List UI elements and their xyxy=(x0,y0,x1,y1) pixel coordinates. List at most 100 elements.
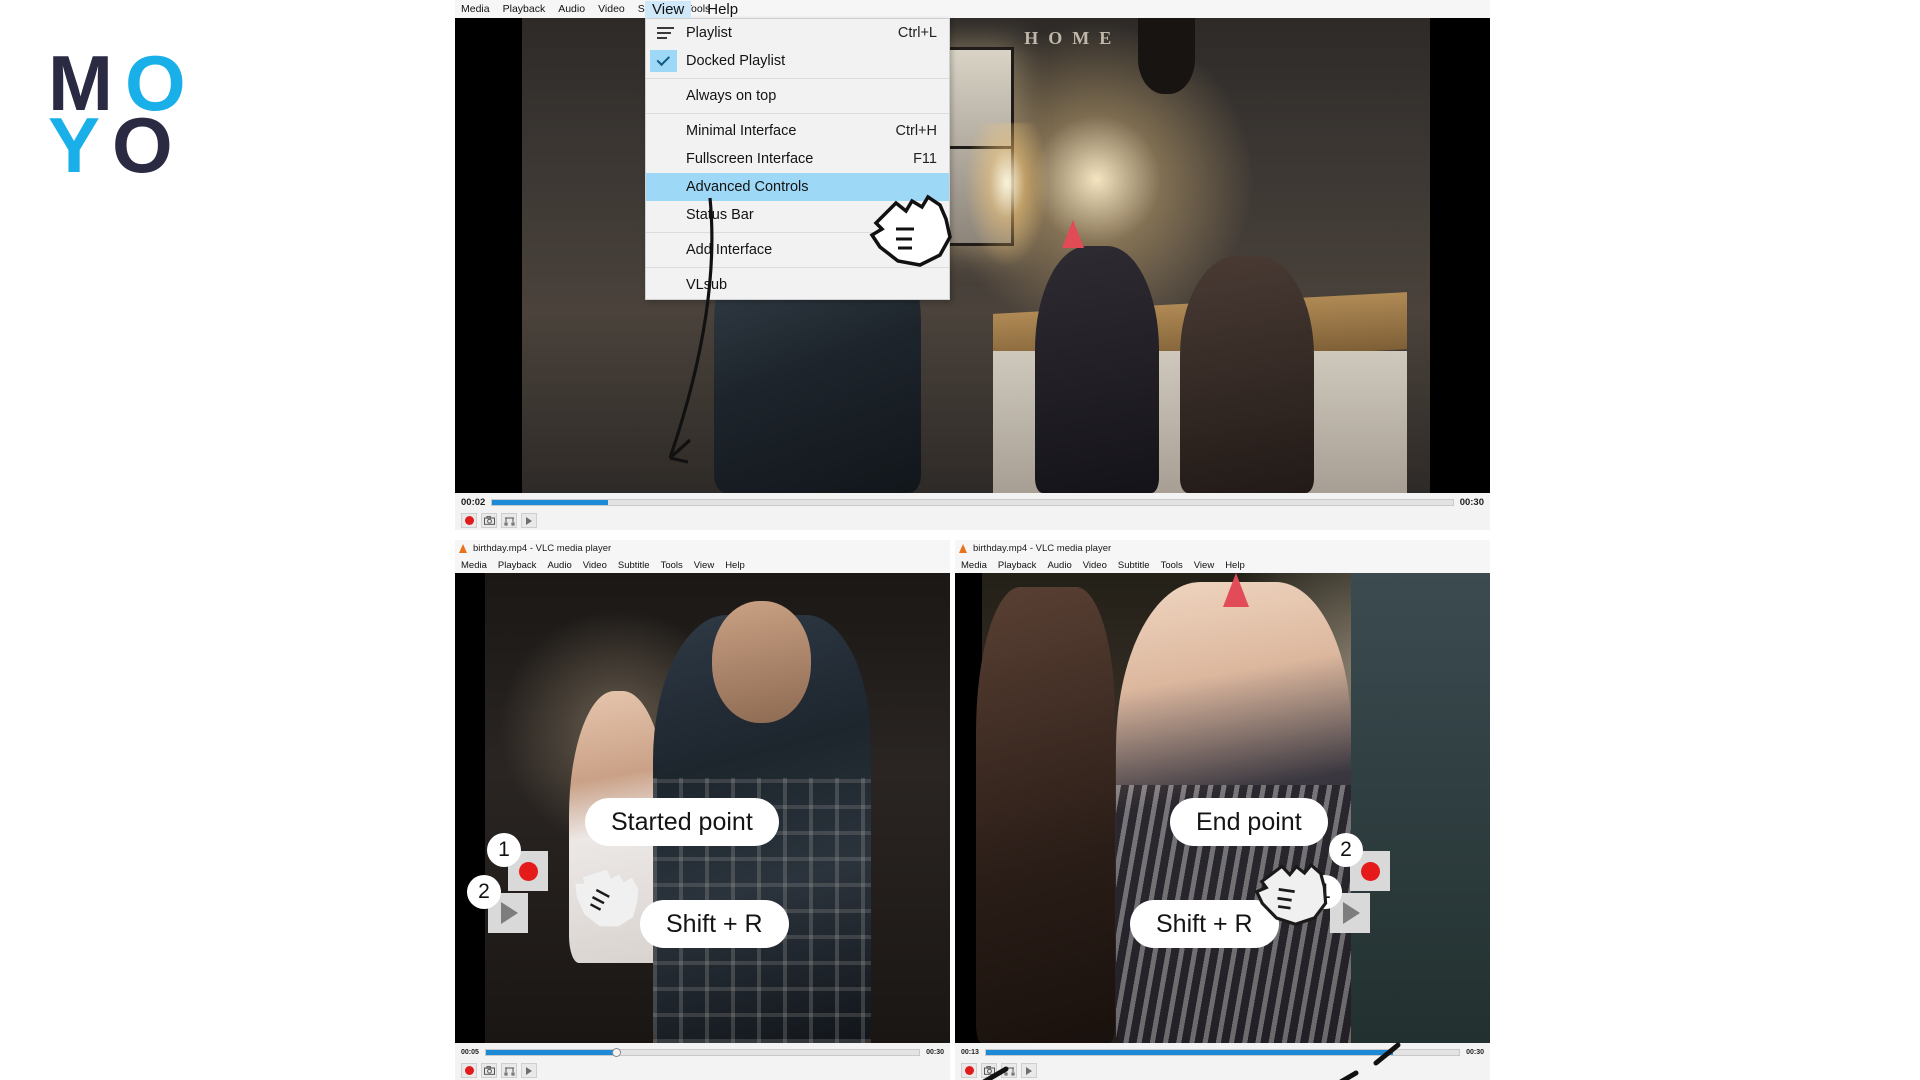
ab-loop-button[interactable] xyxy=(1001,1063,1017,1078)
window-title: birthday.mp4 - VLC media player xyxy=(973,543,1112,554)
menu-audio[interactable]: Audio xyxy=(1047,560,1071,571)
menu-audio[interactable]: Audio xyxy=(558,3,585,15)
menu-playback[interactable]: Playback xyxy=(498,560,537,571)
sparkler-light xyxy=(962,122,1053,273)
elapsed-time: 00:13 xyxy=(961,1048,979,1056)
right-menubar: Media Playback Audio Video Subtitle Tool… xyxy=(955,557,1490,573)
ab-loop-button[interactable] xyxy=(501,513,517,528)
main-advanced-controls xyxy=(455,511,1490,530)
frame-by-frame-button[interactable] xyxy=(521,1063,537,1078)
home-sign: HOME xyxy=(1024,27,1122,48)
menu-view[interactable]: View xyxy=(694,560,714,571)
record-dot-icon xyxy=(518,861,538,881)
right-advanced-controls xyxy=(955,1061,1490,1080)
person-head xyxy=(712,601,812,724)
snapshot-button[interactable] xyxy=(481,513,497,528)
left-vlc-window: birthday.mp4 - VLC media player Media Pl… xyxy=(455,540,950,1080)
record-button[interactable] xyxy=(461,1063,477,1078)
menu-item-label: Fullscreen Interface xyxy=(686,151,814,167)
letterbox-left xyxy=(455,18,523,493)
menu-item-accel: Ctrl+H xyxy=(895,123,938,139)
menu-item-label: Add Interface xyxy=(686,242,773,258)
vlc-cone-icon xyxy=(959,544,968,553)
menu-help[interactable]: Help xyxy=(725,560,745,571)
main-menubar: Media Playback Audio Video Subtitle Tool… xyxy=(455,0,1490,18)
person-center xyxy=(1034,220,1159,493)
playlist-icon xyxy=(657,27,674,42)
ab-loop-button[interactable] xyxy=(501,1063,517,1078)
main-seek-row: 00:02 00:30 xyxy=(455,493,1490,511)
menu-playback[interactable]: Playback xyxy=(998,560,1037,571)
left-titlebar: birthday.mp4 - VLC media player xyxy=(455,540,950,557)
right-seek-row: 00:13 00:30 xyxy=(955,1043,1490,1061)
menu-item-label: Status Bar xyxy=(686,207,754,223)
menu-separator xyxy=(646,113,949,114)
right-video-area[interactable]: End point Shift + R 2 1 xyxy=(955,573,1490,1043)
started-point-callout: Started point xyxy=(585,798,779,846)
menu-help[interactable]: Help xyxy=(1225,560,1245,571)
menu-media[interactable]: Media xyxy=(461,3,490,15)
party-hat-icon xyxy=(1222,573,1249,607)
menu-subtitle[interactable]: Subtitle xyxy=(618,560,650,571)
menu-video[interactable]: Video xyxy=(598,3,625,15)
pendant-lamp xyxy=(1138,18,1196,94)
frame-by-frame-button[interactable] xyxy=(521,513,537,528)
menu-video[interactable]: Video xyxy=(1083,560,1107,571)
screenshot-root: M O Y O Media Playback Audio Video Subti… xyxy=(0,0,1920,1080)
shortcut-callout: Shift + R xyxy=(640,900,789,948)
seek-handle[interactable] xyxy=(611,1047,621,1057)
menu-help[interactable]: Help xyxy=(707,1,738,18)
letterbox-right xyxy=(1429,18,1490,493)
right-vlc-window: birthday.mp4 - VLC media player Media Pl… xyxy=(955,540,1490,1080)
party-hat-icon xyxy=(1061,220,1084,248)
play-triangle-icon xyxy=(501,902,518,924)
menu-separator xyxy=(646,78,949,79)
menu-tools[interactable]: Tools xyxy=(661,560,683,571)
snapshot-button[interactable] xyxy=(981,1063,997,1078)
pointing-hand-cursor-icon xyxy=(862,185,958,275)
logo-letter-o-bottom: O xyxy=(112,101,173,189)
main-menubar-right: View Help xyxy=(645,0,738,18)
seek-slider[interactable] xyxy=(491,498,1454,506)
snapshot-button[interactable] xyxy=(481,1063,497,1078)
total-time: 00:30 xyxy=(1459,496,1484,508)
menu-playback[interactable]: Playback xyxy=(503,3,546,15)
menu-subtitle[interactable]: Subtitle xyxy=(1118,560,1150,571)
menu-item-minimal-interface[interactable]: Minimal Interface Ctrl+H xyxy=(646,117,949,145)
moyo-logo: M O Y O xyxy=(48,44,198,189)
seek-slider[interactable] xyxy=(984,1048,1461,1056)
person-man-left xyxy=(976,587,1116,1043)
menu-item-always-on-top[interactable]: Always on top xyxy=(646,82,949,110)
menu-tools[interactable]: Tools xyxy=(1161,560,1183,571)
record-button[interactable] xyxy=(461,513,477,528)
menu-media[interactable]: Media xyxy=(961,560,987,571)
menu-item-fullscreen-interface[interactable]: Fullscreen Interface F11 xyxy=(646,145,949,173)
menu-view[interactable]: View xyxy=(1194,560,1214,571)
letterbox-left xyxy=(455,573,485,1043)
menu-video[interactable]: Video xyxy=(583,560,607,571)
right-titlebar: birthday.mp4 - VLC media player xyxy=(955,540,1490,557)
step-badge-2: 2 xyxy=(467,875,501,909)
play-triangle-icon xyxy=(1343,902,1360,924)
seek-slider[interactable] xyxy=(484,1047,921,1057)
menu-item-label: Always on top xyxy=(686,88,777,104)
window-title: birthday.mp4 - VLC media player xyxy=(473,543,612,554)
record-button[interactable] xyxy=(961,1063,977,1078)
vlc-cone-icon xyxy=(459,544,468,553)
menu-view[interactable]: View xyxy=(645,1,692,18)
menu-item-docked-playlist[interactable]: Docked Playlist xyxy=(646,47,949,75)
left-advanced-controls xyxy=(455,1061,950,1080)
left-menubar: Media Playback Audio Video Subtitle Tool… xyxy=(455,557,950,573)
menu-item-vlsub[interactable]: VLsub xyxy=(646,271,949,299)
menu-audio[interactable]: Audio xyxy=(547,560,571,571)
logo-letter-y: Y xyxy=(48,101,100,189)
left-video-area[interactable]: Started point Shift + R 1 2 xyxy=(455,573,950,1043)
menu-media[interactable]: Media xyxy=(461,560,487,571)
step-badge-2: 2 xyxy=(1329,833,1363,867)
frame-by-frame-button[interactable] xyxy=(1021,1063,1037,1078)
video-frame-party-kitchen: HOME xyxy=(455,18,1490,493)
main-video-area[interactable]: HOME xyxy=(455,18,1490,493)
menu-item-playlist[interactable]: Playlist Ctrl+L xyxy=(646,19,949,47)
pointing-hand-cursor-icon xyxy=(1248,848,1334,936)
elapsed-time: 00:02 xyxy=(461,496,486,508)
